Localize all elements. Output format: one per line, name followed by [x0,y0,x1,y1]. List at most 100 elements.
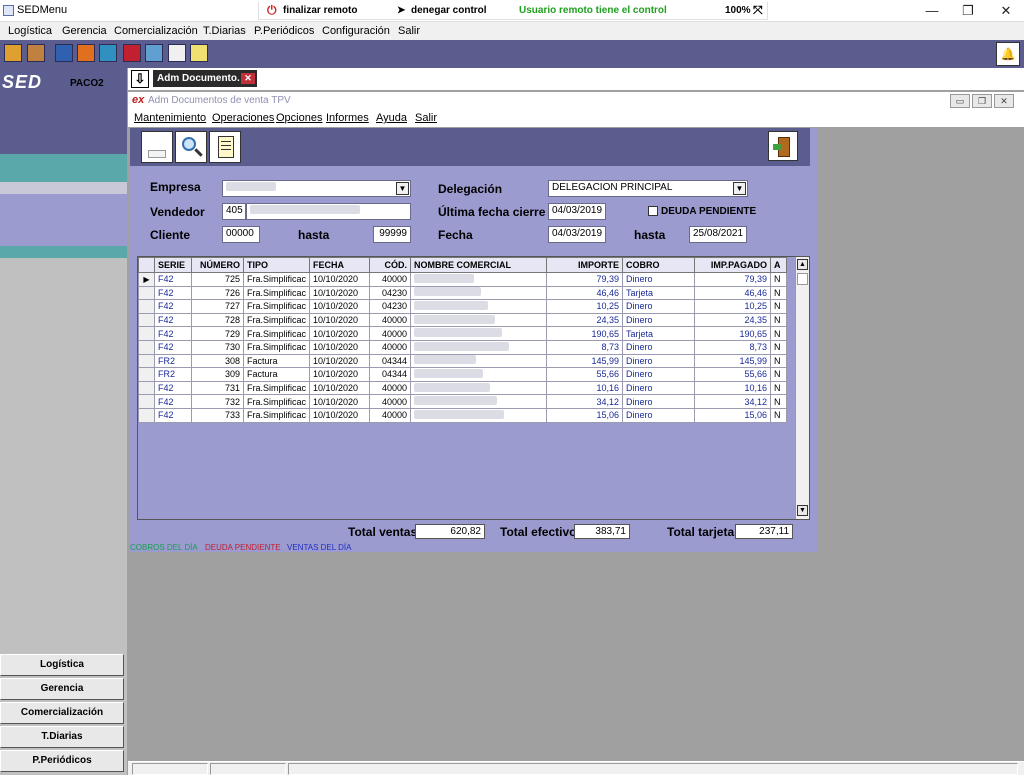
report-icon[interactable] [209,131,241,163]
vendedor-code-field[interactable]: 405 [222,203,246,220]
row-indicator[interactable] [138,299,155,314]
table-row[interactable]: FR2 309 Factura 10/10/2020 04344 55,66 Dinero 5… [138,367,788,382]
menu-salir-child[interactable]: Salir [415,112,437,124]
nav-tdiarias[interactable]: T.Diarias [0,726,124,748]
scroll-thumb[interactable] [797,273,808,285]
table-row[interactable]: ▶ F42 725 Fra.Simplificac 10/10/2020 40000 79,… [138,272,788,287]
menu-opciones[interactable]: Opciones [276,112,322,124]
table-row[interactable]: F42 726 Fra.Simplificac 10/10/2020 04230 46,4… [138,285,788,301]
row-indicator[interactable] [138,339,155,355]
menu-gerencia[interactable]: Gerencia [62,25,107,37]
bell-icon[interactable]: 🔔 [996,42,1020,66]
book-icon[interactable] [123,44,141,62]
col-numero[interactable]: NÚMERO [191,257,244,273]
close-button[interactable]: ✕ [990,2,1022,20]
col-serie[interactable]: SERIE [154,257,192,273]
fecha-to-field[interactable]: 25/08/2021 [689,226,747,243]
pin-icon[interactable]: ⤧ [753,3,763,18]
documents-grid[interactable]: SERIE NÚMERO TIPO FECHA CÓD. NOMBRE COME… [137,256,810,520]
cell-fecha: 10/10/2020 [309,380,371,396]
table-row[interactable]: F42 729 Fra.Simplificac 10/10/2020 40000 190,… [138,326,788,341]
child-window-title: Adm Documentos de venta TPV [148,95,291,106]
table-row[interactable]: F42 727 Fra.Simplificac 10/10/2020 04230 10,2… [138,299,788,314]
cell-serie: F42 [154,326,192,341]
fecha-from-field[interactable]: 04/03/2019 [548,226,606,243]
download-icon[interactable]: ⇩ [131,70,149,88]
menu-salir[interactable]: Salir [398,25,420,37]
row-indicator[interactable] [138,326,155,341]
users-icon[interactable] [77,44,95,62]
new-document-icon[interactable] [141,131,173,163]
table-row[interactable]: F42 731 Fra.Simplificac 10/10/2020 40000 10,1… [138,380,788,396]
cell-importe: 190,65 [546,326,624,341]
search-icon[interactable] [175,131,207,163]
col-nombre-comercial[interactable]: NOMBRE COMERCIAL [410,257,548,273]
deuda-pendiente-checkbox[interactable] [648,206,658,216]
menu-pperiodicos[interactable]: P.Periódicos [254,25,314,37]
chevron-down-icon[interactable]: ▼ [733,182,746,195]
row-indicator[interactable] [138,407,155,423]
col-fecha[interactable]: FECHA [309,257,371,273]
row-indicator[interactable] [138,394,155,409]
row-indicator[interactable] [138,367,155,382]
calculator-icon[interactable] [145,44,163,62]
nav-gerencia[interactable]: Gerencia [0,678,124,700]
table-row[interactable]: F42 728 Fra.Simplificac 10/10/2020 40000 24,3… [138,312,788,328]
menu-tdiarias[interactable]: T.Diarias [203,25,246,37]
pencil-icon[interactable] [168,44,186,62]
child-minimize-icon[interactable]: ▭ [950,94,970,108]
nav-pperiodicos[interactable]: P.Periódicos [0,750,124,772]
vendedor-name-field[interactable] [246,203,411,220]
scroll-down-icon[interactable]: ▼ [797,505,808,516]
row-indicator[interactable] [138,353,155,369]
exit-door-icon[interactable] [768,131,798,161]
menu-comercializacion[interactable]: Comercialización [114,25,198,37]
col-cobro[interactable]: COBRO [622,257,696,273]
menu-logistica[interactable]: Logística [8,25,52,37]
table-row[interactable]: F42 733 Fra.Simplificac 10/10/2020 40000 15,0… [138,407,788,423]
table-row[interactable]: FR2 308 Factura 10/10/2020 04344 145,99 Dinero… [138,353,788,369]
nav-logistica[interactable]: Logística [0,654,124,676]
menu-configuracion[interactable]: Configuración [322,25,390,37]
menu-informes[interactable]: Informes [326,112,369,124]
cell-cod: 40000 [369,394,412,409]
menu-ayuda[interactable]: Ayuda [376,112,407,124]
nav-comercializacion[interactable]: Comercialización [0,702,124,724]
menu-mantenimiento[interactable]: Mantenimiento [134,112,206,124]
deny-control-button[interactable]: denegar control [411,5,487,16]
col-a[interactable]: A [770,257,788,273]
table-row[interactable]: F42 730 Fra.Simplificac 10/10/2020 40000 8,73… [138,339,788,355]
chevron-down-icon[interactable]: ▼ [396,182,409,195]
row-indicator[interactable]: ▶ [138,272,155,287]
delegacion-select[interactable]: DELEGACION PRINCIPAL ▼ [548,180,748,197]
globe-icon[interactable] [4,44,22,62]
empresa-select[interactable]: ▼ [222,180,411,197]
zoom-level[interactable]: 100% [725,5,751,16]
edit-icon[interactable] [190,44,208,62]
scroll-up-icon[interactable]: ▲ [797,259,808,270]
row-indicator[interactable] [138,312,155,328]
ultima-fecha-cierre-field[interactable]: 04/03/2019 [548,203,606,220]
restore-button[interactable]: ❐ [952,2,984,20]
people-icon[interactable] [55,44,73,62]
child-close-icon[interactable]: ✕ [994,94,1014,108]
minimize-button[interactable]: — [916,2,948,20]
grid-scrollbar[interactable]: ▲ ▼ [795,257,809,519]
end-remote-button[interactable]: finalizar remoto [283,5,357,16]
tab-close-icon[interactable]: ✕ [241,73,255,84]
box-icon[interactable] [27,44,45,62]
col-imp-pagado[interactable]: IMP.PAGADO [694,257,772,273]
cliente-from-field[interactable]: 00000 [222,226,260,243]
tab-adm-documento[interactable]: Adm Documento. ✕ [153,70,257,87]
table-row[interactable]: F42 732 Fra.Simplificac 10/10/2020 40000 34,1… [138,394,788,409]
chart-icon[interactable] [99,44,117,62]
row-indicator[interactable] [138,380,155,396]
col-cod[interactable]: CÓD. [369,257,412,273]
cliente-to-field[interactable]: 99999 [373,226,411,243]
col-importe[interactable]: IMPORTE [546,257,624,273]
row-indicator[interactable] [138,285,155,301]
blurred-value [414,287,482,297]
child-restore-icon[interactable]: ❐ [972,94,992,108]
col-tipo[interactable]: TIPO [242,257,311,273]
menu-operaciones[interactable]: Operaciones [212,112,274,124]
